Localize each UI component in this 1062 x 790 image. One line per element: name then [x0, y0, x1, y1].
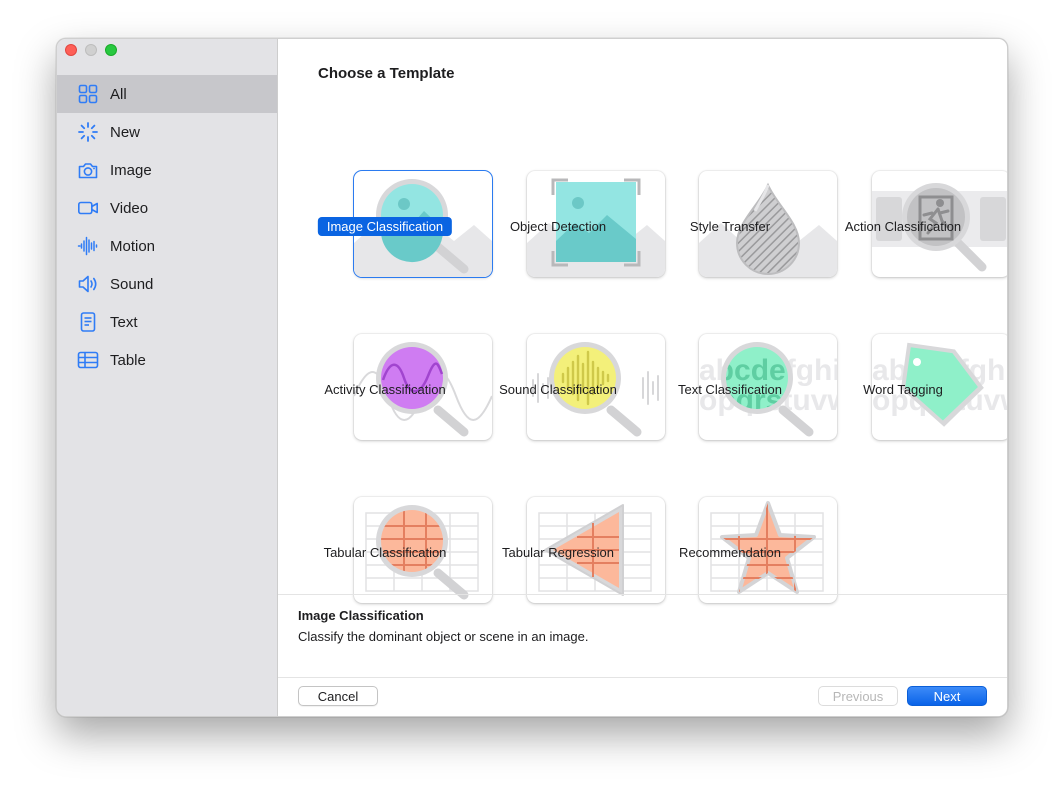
template-label: Style Transfer [689, 219, 771, 234]
template-label: Text Classification [677, 382, 783, 397]
speaker-icon [78, 275, 97, 293]
sidebar-item-all[interactable]: All [57, 75, 277, 113]
sidebar-item-label: New [110, 123, 141, 141]
sidebar-item-label: Sound [110, 275, 154, 293]
sidebar: All New Image Video Motion Sound Text Ta… [57, 39, 278, 716]
template-label: Recommendation [679, 545, 781, 560]
video-camera-icon [77, 201, 98, 215]
template-chooser-window: All New Image Video Motion Sound Text Ta… [56, 38, 1008, 717]
sidebar-item-motion[interactable]: Motion [57, 227, 277, 265]
zoom-button[interactable] [105, 44, 117, 56]
sidebar-item-video[interactable]: Video [57, 189, 277, 227]
camera-icon [78, 163, 98, 179]
waveform-icon [77, 236, 98, 256]
template-tabular-classification[interactable]: Tabular Classification [316, 431, 492, 603]
template-word-tagging[interactable]: abcdefghi opqrstuvw Word Tagging [834, 268, 1007, 440]
window-controls [65, 44, 117, 56]
description-panel: Image Classification Classify the domina… [278, 594, 1007, 678]
previous-button[interactable]: Previous [818, 686, 898, 706]
description-title: Image Classification [298, 608, 424, 623]
footer-bar: Cancel Previous Next [278, 677, 1007, 716]
template-style-transfer[interactable]: Style Transfer [661, 105, 837, 277]
template-label: Action Classification [844, 219, 962, 234]
sidebar-item-label: Video [110, 199, 149, 217]
template-activity-classification[interactable]: Activity Classification [316, 268, 492, 440]
template-tabular-regression[interactable]: Tabular Regression [489, 431, 665, 603]
template-label: Word Tagging [863, 382, 943, 397]
template-recommendation[interactable]: Recommendation [661, 431, 837, 603]
template-label: Tabular Regression [501, 545, 615, 560]
sidebar-item-table[interactable]: Table [57, 341, 277, 379]
template-action-classification[interactable]: Action Classification [834, 105, 1007, 277]
sparkle-icon [78, 122, 98, 142]
sidebar-item-label: Motion [110, 237, 156, 255]
sidebar-item-sound[interactable]: Sound [57, 265, 277, 303]
sidebar-item-text[interactable]: Text [57, 303, 277, 341]
grid-icon [78, 84, 98, 104]
description-text: Classify the dominant object or scene in… [298, 629, 589, 644]
template-label: Image Classification [317, 217, 453, 236]
page-title: Choose a Template [318, 65, 455, 82]
sidebar-item-label: Text [110, 313, 138, 331]
template-sound-classification[interactable]: Sound Classification [489, 268, 665, 440]
template-image-classification[interactable]: Image Classification [316, 105, 492, 277]
table-icon [77, 351, 99, 369]
document-icon [80, 312, 96, 332]
template-text-classification[interactable]: abcdefghi opqrstuvw abcdefghi opqrstuvw … [661, 268, 837, 440]
template-panel: Choose a Template Image Classification O… [278, 39, 1007, 716]
template-label: Activity Classification [324, 382, 446, 397]
minimize-button[interactable] [85, 44, 97, 56]
sidebar-item-label: Image [110, 161, 152, 179]
cancel-button[interactable]: Cancel [298, 686, 378, 706]
category-list: All New Image Video Motion Sound Text Ta… [57, 75, 277, 379]
template-label: Tabular Classification [323, 545, 447, 560]
template-label: Sound Classification [499, 382, 617, 397]
sidebar-item-label: All [110, 85, 127, 103]
template-object-detection[interactable]: Object Detection [489, 105, 665, 277]
sidebar-item-new[interactable]: New [57, 113, 277, 151]
next-button[interactable]: Next [907, 686, 987, 706]
template-label: Object Detection [509, 219, 607, 234]
sidebar-item-image[interactable]: Image [57, 151, 277, 189]
close-button[interactable] [65, 44, 77, 56]
sidebar-item-label: Table [110, 351, 146, 369]
